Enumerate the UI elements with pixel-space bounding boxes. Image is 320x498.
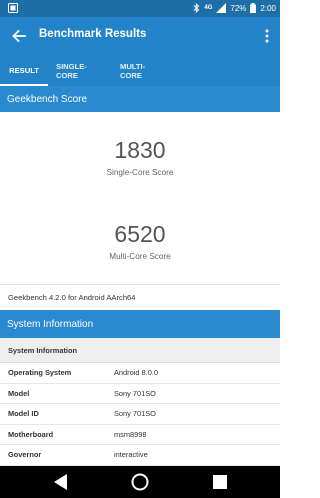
row-key: Model ID	[8, 409, 39, 419]
single-core-label: Single-Core Score	[106, 168, 174, 177]
row-value: Sony 701SO	[114, 409, 156, 419]
battery-percent: 72%	[230, 3, 247, 13]
tab-single-core[interactable]: SINGLE-CORE	[48, 55, 112, 86]
more-vert-icon[interactable]	[264, 27, 270, 45]
row-key: Governor	[8, 450, 42, 460]
bluetooth-icon	[194, 3, 200, 13]
nav-home-icon[interactable]	[131, 473, 149, 491]
system-section-header: System Information	[0, 310, 280, 338]
tab-result[interactable]: RESULT	[0, 55, 48, 86]
clock: 2:00	[260, 3, 276, 13]
row-value: Android 8.0.0	[114, 368, 158, 378]
notification-icon	[8, 3, 18, 13]
back-arrow-icon[interactable]	[10, 27, 28, 45]
nav-recents-icon[interactable]	[212, 473, 228, 491]
version-text: Geekbench 4.2.0 for Android AArch64	[0, 284, 280, 310]
row-key: Model	[8, 388, 30, 398]
tab-bar: RESULT SINGLE-CORE MULTI-CORE	[0, 55, 280, 86]
tab-multi-core[interactable]: MULTI-CORE	[112, 55, 172, 86]
multi-core-score: 6520	[114, 221, 166, 247]
score-area: 1830 Single-Core Score 6520 Multi-Core S…	[0, 112, 280, 284]
status-bar: 4G 72% 2:00	[0, 0, 280, 17]
row-key: Motherboard	[8, 429, 54, 439]
page-title: Benchmark Results	[39, 28, 147, 40]
row-value: Sony 701SO	[114, 388, 156, 398]
row-value: interactive	[114, 450, 148, 460]
table-row: Governor interactive	[0, 445, 280, 466]
network-type: 4G	[204, 5, 213, 11]
battery-icon	[250, 3, 257, 13]
score-section-header: Geekbench Score	[0, 86, 280, 112]
single-core-score: 1830	[114, 137, 166, 163]
row-value: msm8998	[114, 429, 147, 439]
system-info-table: System Information Operating System Andr…	[0, 338, 280, 466]
table-row: Model Sony 701SO	[0, 384, 280, 404]
navigation-bar	[0, 466, 280, 498]
row-key: Operating System	[8, 368, 72, 378]
table-row: Operating System Android 8.0.0	[0, 363, 280, 384]
signal-icon	[216, 3, 227, 13]
app-bar: Benchmark Results	[0, 17, 280, 55]
table-row: Model ID Sony 701SO	[0, 404, 280, 425]
nav-back-icon[interactable]	[53, 473, 69, 491]
multi-core-label: Multi-Core Score	[109, 252, 171, 261]
table-title: System Information	[0, 338, 280, 363]
table-row: Motherboard msm8998	[0, 425, 280, 445]
